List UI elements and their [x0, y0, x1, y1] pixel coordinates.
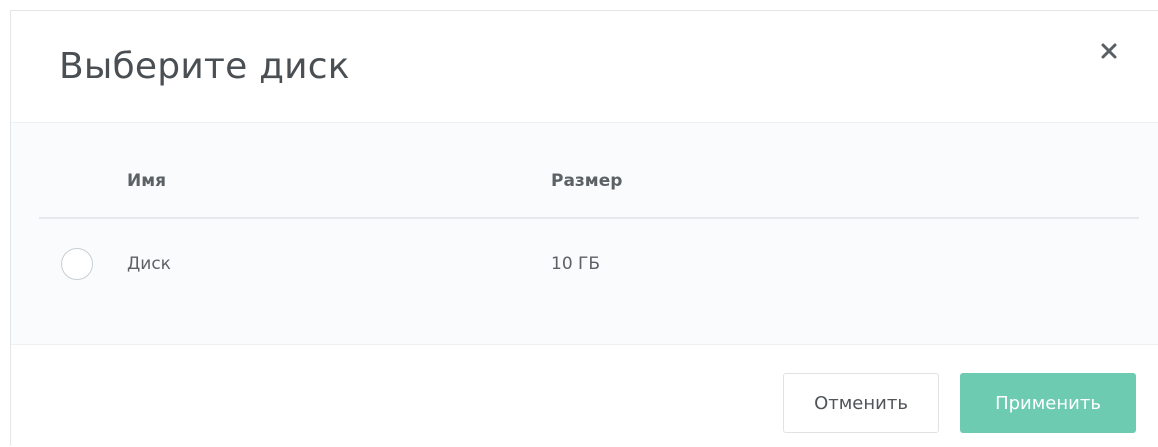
dialog-header: Выберите диск — [11, 11, 1158, 123]
disk-table: Имя Размер Диск 10 ГБ — [39, 123, 1139, 311]
cancel-button[interactable]: Отменить — [783, 373, 939, 433]
dialog-title: Выберите диск — [59, 46, 350, 87]
close-button[interactable] — [1097, 39, 1121, 63]
dialog-body: Имя Размер Диск 10 ГБ — [11, 123, 1158, 345]
column-header-name: Имя — [127, 171, 167, 191]
close-icon — [1101, 43, 1117, 59]
column-header-size: Размер — [551, 171, 623, 191]
disk-name-cell: Диск — [127, 254, 171, 274]
table-header: Имя Размер — [39, 123, 1139, 219]
apply-button[interactable]: Применить — [960, 373, 1136, 433]
dialog-footer: Отменить Применить — [11, 345, 1158, 447]
table-row[interactable]: Диск 10 ГБ — [39, 219, 1139, 311]
disk-size-cell: 10 ГБ — [551, 254, 601, 274]
select-disk-dialog: Выберите диск Имя Размер Диск 10 ГБ Отме… — [10, 10, 1158, 446]
disk-radio-button[interactable] — [61, 248, 93, 280]
